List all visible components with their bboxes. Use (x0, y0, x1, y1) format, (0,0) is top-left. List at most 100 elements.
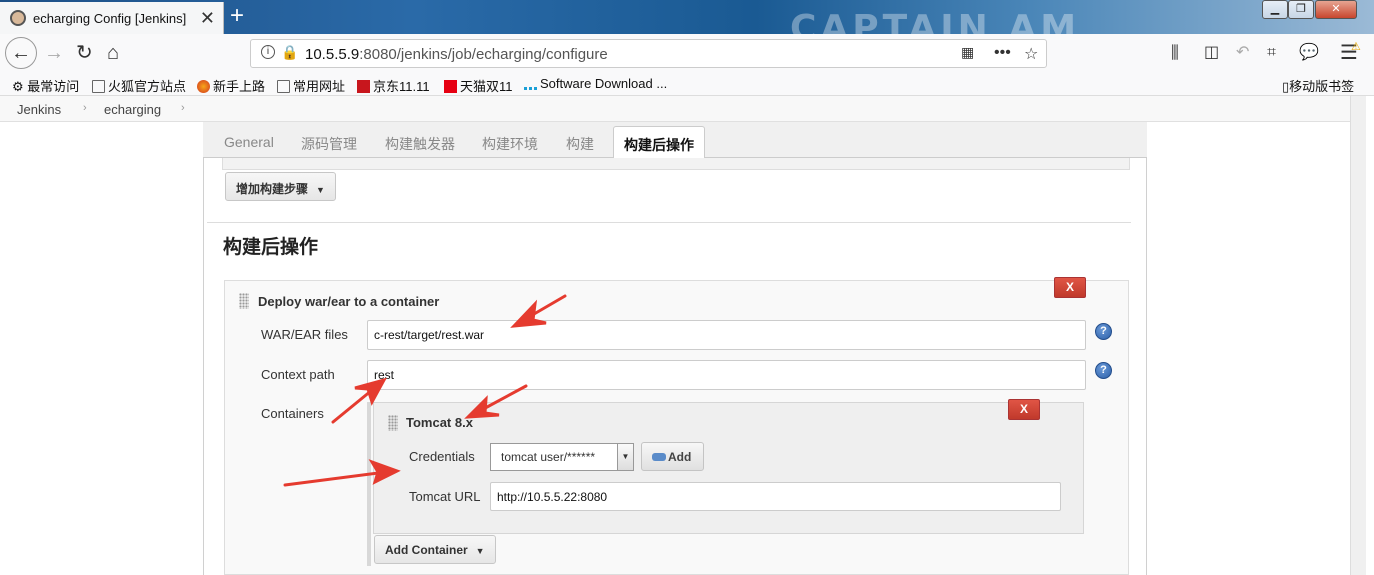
chat-bubble-icon[interactable]: 💬 (1299, 42, 1319, 64)
browser-tab[interactable]: echarging Config [Jenkins] ✕ (0, 2, 224, 34)
bookmark-label: Software Download ... (540, 76, 668, 91)
background-decoration: CAPTAIN AM (790, 8, 1081, 34)
credentials-select[interactable]: tomcat user/****** ▼ (490, 443, 634, 471)
context-path-input[interactable]: rest (367, 360, 1086, 390)
drag-handle-icon[interactable] (239, 293, 249, 309)
bookmark-label: 火狐官方站点 (108, 79, 187, 94)
sidebar-icon[interactable]: ◫ (1204, 42, 1219, 64)
url-path: :8080/jenkins/job/echarging/configure (359, 46, 608, 63)
forward-arrow-icon[interactable]: → (44, 42, 64, 64)
jenkins-favicon-icon (10, 10, 26, 26)
bookmark-label: 常用网址 (293, 79, 346, 94)
config-tabs: General 源码管理 构建触发器 构建环境 构建 构建后操作 (203, 122, 1147, 159)
caret-down-icon: ▼ (475, 546, 485, 556)
containers-label: Containers (261, 406, 324, 421)
tab-close-icon[interactable]: ✕ (200, 8, 215, 29)
section-divider (207, 222, 1131, 223)
bookmark-label: 京东11.11 (373, 79, 430, 94)
vertical-scrollbar[interactable] (1350, 96, 1366, 575)
tab-build-triggers[interactable]: 构建触发器 (385, 134, 455, 154)
bookmark-item[interactable]: 新手上路 (197, 76, 265, 95)
mobile-bookmarks[interactable]: ▯移动版书签 (1282, 76, 1354, 95)
breadcrumb-echarging[interactable]: echarging (104, 102, 161, 117)
bookmark-item[interactable]: 天猫双11 (444, 76, 513, 95)
tab-post-build-actions[interactable]: 构建后操作 (613, 126, 705, 159)
tab-build[interactable]: 构建 (566, 134, 594, 154)
war-files-label: WAR/EAR files (261, 327, 348, 342)
caret-down-icon: ▼ (316, 185, 325, 195)
bookmark-label: 最常访问 (27, 79, 80, 94)
drag-handle-icon[interactable] (388, 415, 398, 431)
maximize-button[interactable]: ❐ (1288, 0, 1314, 19)
add-container-button[interactable]: Add Container ▼ (374, 535, 496, 564)
tab-scm[interactable]: 源码管理 (301, 134, 357, 154)
delete-tomcat-button[interactable]: X (1008, 399, 1040, 420)
back-arrow-icon[interactable]: ← (5, 37, 37, 69)
jd-icon (357, 80, 370, 93)
help-icon[interactable]: ? (1095, 362, 1112, 379)
undo-icon[interactable]: ↶ (1236, 42, 1249, 64)
breadcrumb: Jenkins › echarging › (0, 96, 1350, 122)
bookmark-item[interactable]: ⚙ 最常访问 (12, 76, 79, 95)
folder-icon (92, 80, 105, 93)
dropdown-arrow-icon[interactable]: ▼ (617, 444, 633, 470)
bookmarks-toolbar: ⚙ 最常访问 火狐官方站点 新手上路 常用网址 京东11.11 天猫双11 So… (0, 72, 1374, 96)
add-build-step-button[interactable]: 增加构建步骤 ▼ (225, 172, 336, 201)
minimize-button[interactable]: ▁ (1262, 0, 1288, 19)
previous-section-bottom (222, 158, 1130, 170)
bookmark-star-icon[interactable]: ☆ (1024, 44, 1038, 64)
add-build-step-label: 增加构建步骤 (236, 182, 309, 196)
navigation-toolbar: ← → ↻ ⌂ i 🔒 10.5.5.9:8080/jenkins/job/ec… (0, 34, 1374, 72)
url-text[interactable]: 10.5.5.9:8080/jenkins/job/echarging/conf… (305, 46, 608, 63)
section-title: 构建后操作 (223, 237, 319, 258)
key-icon (652, 453, 666, 461)
add-credentials-label: Add (668, 450, 692, 464)
bookmark-label: 新手上路 (213, 79, 266, 94)
reload-icon[interactable]: ↻ (76, 42, 93, 64)
tab-title: echarging Config [Jenkins] (33, 10, 187, 26)
address-bar[interactable]: i 🔒 10.5.5.9:8080/jenkins/job/echarging/… (250, 39, 1047, 68)
gear-icon: ⚙ (12, 79, 24, 94)
tmall-icon (444, 80, 457, 93)
new-tab-button[interactable]: + (230, 2, 244, 30)
bookmark-label: 天猫双11 (460, 79, 513, 94)
bookmark-item[interactable]: 常用网址 (277, 76, 345, 95)
war-files-input[interactable]: c-rest/target/rest.war (367, 320, 1086, 350)
mobile-bookmarks-label: 移动版书签 (1289, 79, 1355, 94)
credentials-label: Credentials (409, 449, 475, 464)
tab-general[interactable]: General (224, 134, 274, 150)
qr-code-icon[interactable]: ▦ (961, 44, 974, 61)
library-icon[interactable]: ⫼ (1171, 42, 1179, 64)
add-credentials-button[interactable]: Add (641, 442, 704, 471)
window-titlebar: CAPTAIN AM echarging Config [Jenkins] ✕ … (0, 0, 1374, 34)
credentials-value: tomcat user/****** (501, 450, 596, 464)
breadcrumb-jenkins[interactable]: Jenkins (17, 102, 61, 117)
warning-icon: ⚠ (1351, 41, 1361, 53)
insecure-lock-icon: 🔒 (281, 44, 299, 60)
page-actions-icon[interactable]: ••• (994, 44, 1011, 62)
screenshot-crop-icon[interactable]: ⌗ (1267, 42, 1276, 64)
breadcrumb-chevron-icon[interactable]: › (83, 102, 87, 114)
info-icon[interactable]: i (261, 45, 275, 59)
context-path-label: Context path (261, 367, 335, 382)
delete-deploy-button[interactable]: X (1054, 277, 1086, 298)
tomcat-container-block (373, 402, 1084, 534)
url-host: 10.5.5.9 (305, 46, 360, 63)
firefox-icon (197, 80, 210, 93)
bookmark-item[interactable]: 京东11.11 (357, 76, 430, 95)
tomcat-url-input[interactable]: http://10.5.5.22:8080 (490, 482, 1061, 511)
tomcat-url-label: Tomcat URL (409, 489, 481, 504)
window-close-button[interactable]: ✕ (1315, 0, 1357, 19)
help-icon[interactable]: ? (1095, 323, 1112, 340)
home-icon[interactable]: ⌂ (107, 42, 119, 64)
tomcat-title: Tomcat 8.x (406, 415, 473, 430)
add-container-label: Add Container (385, 543, 468, 557)
deploy-title: Deploy war/ear to a container (258, 294, 440, 309)
breadcrumb-chevron-icon[interactable]: › (181, 102, 185, 114)
folder-icon (277, 80, 290, 93)
bookmark-item[interactable]: 火狐官方站点 (92, 76, 186, 95)
bookmark-item[interactable]: Software Download ... (524, 76, 667, 91)
container-list-border (367, 402, 371, 566)
cisco-icon (524, 77, 537, 90)
tab-build-environment[interactable]: 构建环境 (482, 134, 538, 154)
